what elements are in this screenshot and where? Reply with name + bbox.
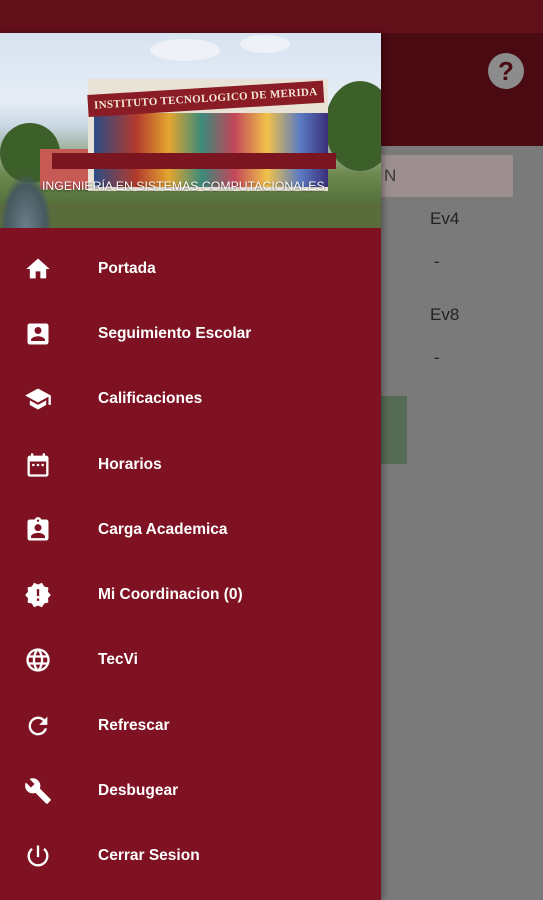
menu-item-label: TecVi xyxy=(98,651,138,669)
menu-item-label: Refrescar xyxy=(98,716,170,734)
building-mural xyxy=(94,113,328,187)
menu-item-label: Mi Coordinacion (0) xyxy=(98,586,243,604)
calendar-icon xyxy=(23,450,53,480)
menu-item-cerrar-sesion[interactable]: Cerrar Sesion xyxy=(0,824,381,889)
drawer-subtitle: INGENIERÍA EN SISTEMAS COMPUTACIONALES xyxy=(42,179,325,193)
cloud xyxy=(150,39,220,61)
drawer-header-image: INSTITUTO TECNOLOGICO DE MERIDA INGENIER… xyxy=(0,33,381,236)
menu-item-mi-coordinacion[interactable]: Mi Coordinacion (0) xyxy=(0,562,381,627)
help-icon[interactable]: ? xyxy=(488,53,524,89)
account-box-icon xyxy=(23,319,53,349)
menu-item-refrescar[interactable]: Refrescar xyxy=(0,693,381,758)
menu-item-label: Desbugear xyxy=(98,782,179,800)
school-icon xyxy=(23,384,53,414)
menu-item-tecvi[interactable]: TecVi xyxy=(0,628,381,693)
cloud xyxy=(240,35,290,53)
wrench-icon xyxy=(23,776,53,806)
home-icon xyxy=(23,254,53,284)
refresh-icon xyxy=(23,711,53,741)
ground xyxy=(0,203,381,228)
column-value-ev4: - xyxy=(434,252,440,271)
menu-item-seguimiento-escolar[interactable]: Seguimiento Escolar xyxy=(0,301,381,366)
background-field: N xyxy=(370,155,513,197)
menu-item-label: Cerrar Sesion xyxy=(98,847,200,865)
menu-item-label: Carga Academica xyxy=(98,520,228,538)
assignment-ind-icon xyxy=(23,515,53,545)
drawer-menu: Portada Seguimiento Escolar Calificacion… xyxy=(0,236,381,889)
background-button xyxy=(380,396,407,464)
status-bar xyxy=(0,0,543,33)
menu-item-label: Horarios xyxy=(98,455,162,473)
globe-icon xyxy=(23,645,53,675)
column-header-ev4: Ev4 xyxy=(430,209,460,228)
menu-item-desbugear[interactable]: Desbugear xyxy=(0,758,381,823)
menu-item-carga-academica[interactable]: Carga Academica xyxy=(0,497,381,562)
menu-item-horarios[interactable]: Horarios xyxy=(0,432,381,497)
navigation-drawer: INSTITUTO TECNOLOGICO DE MERIDA INGENIER… xyxy=(0,33,381,900)
menu-item-calificaciones[interactable]: Calificaciones xyxy=(0,367,381,432)
menu-item-label: Seguimiento Escolar xyxy=(98,324,252,342)
header-band xyxy=(52,153,336,169)
column-value-ev8: - xyxy=(434,348,440,367)
power-icon xyxy=(23,841,53,871)
menu-item-label: Calificaciones xyxy=(98,390,203,408)
menu-item-portada[interactable]: Portada xyxy=(0,236,381,301)
menu-item-label: Portada xyxy=(98,259,156,277)
column-header-ev8: Ev8 xyxy=(430,305,460,324)
alert-badge-icon xyxy=(23,580,53,610)
